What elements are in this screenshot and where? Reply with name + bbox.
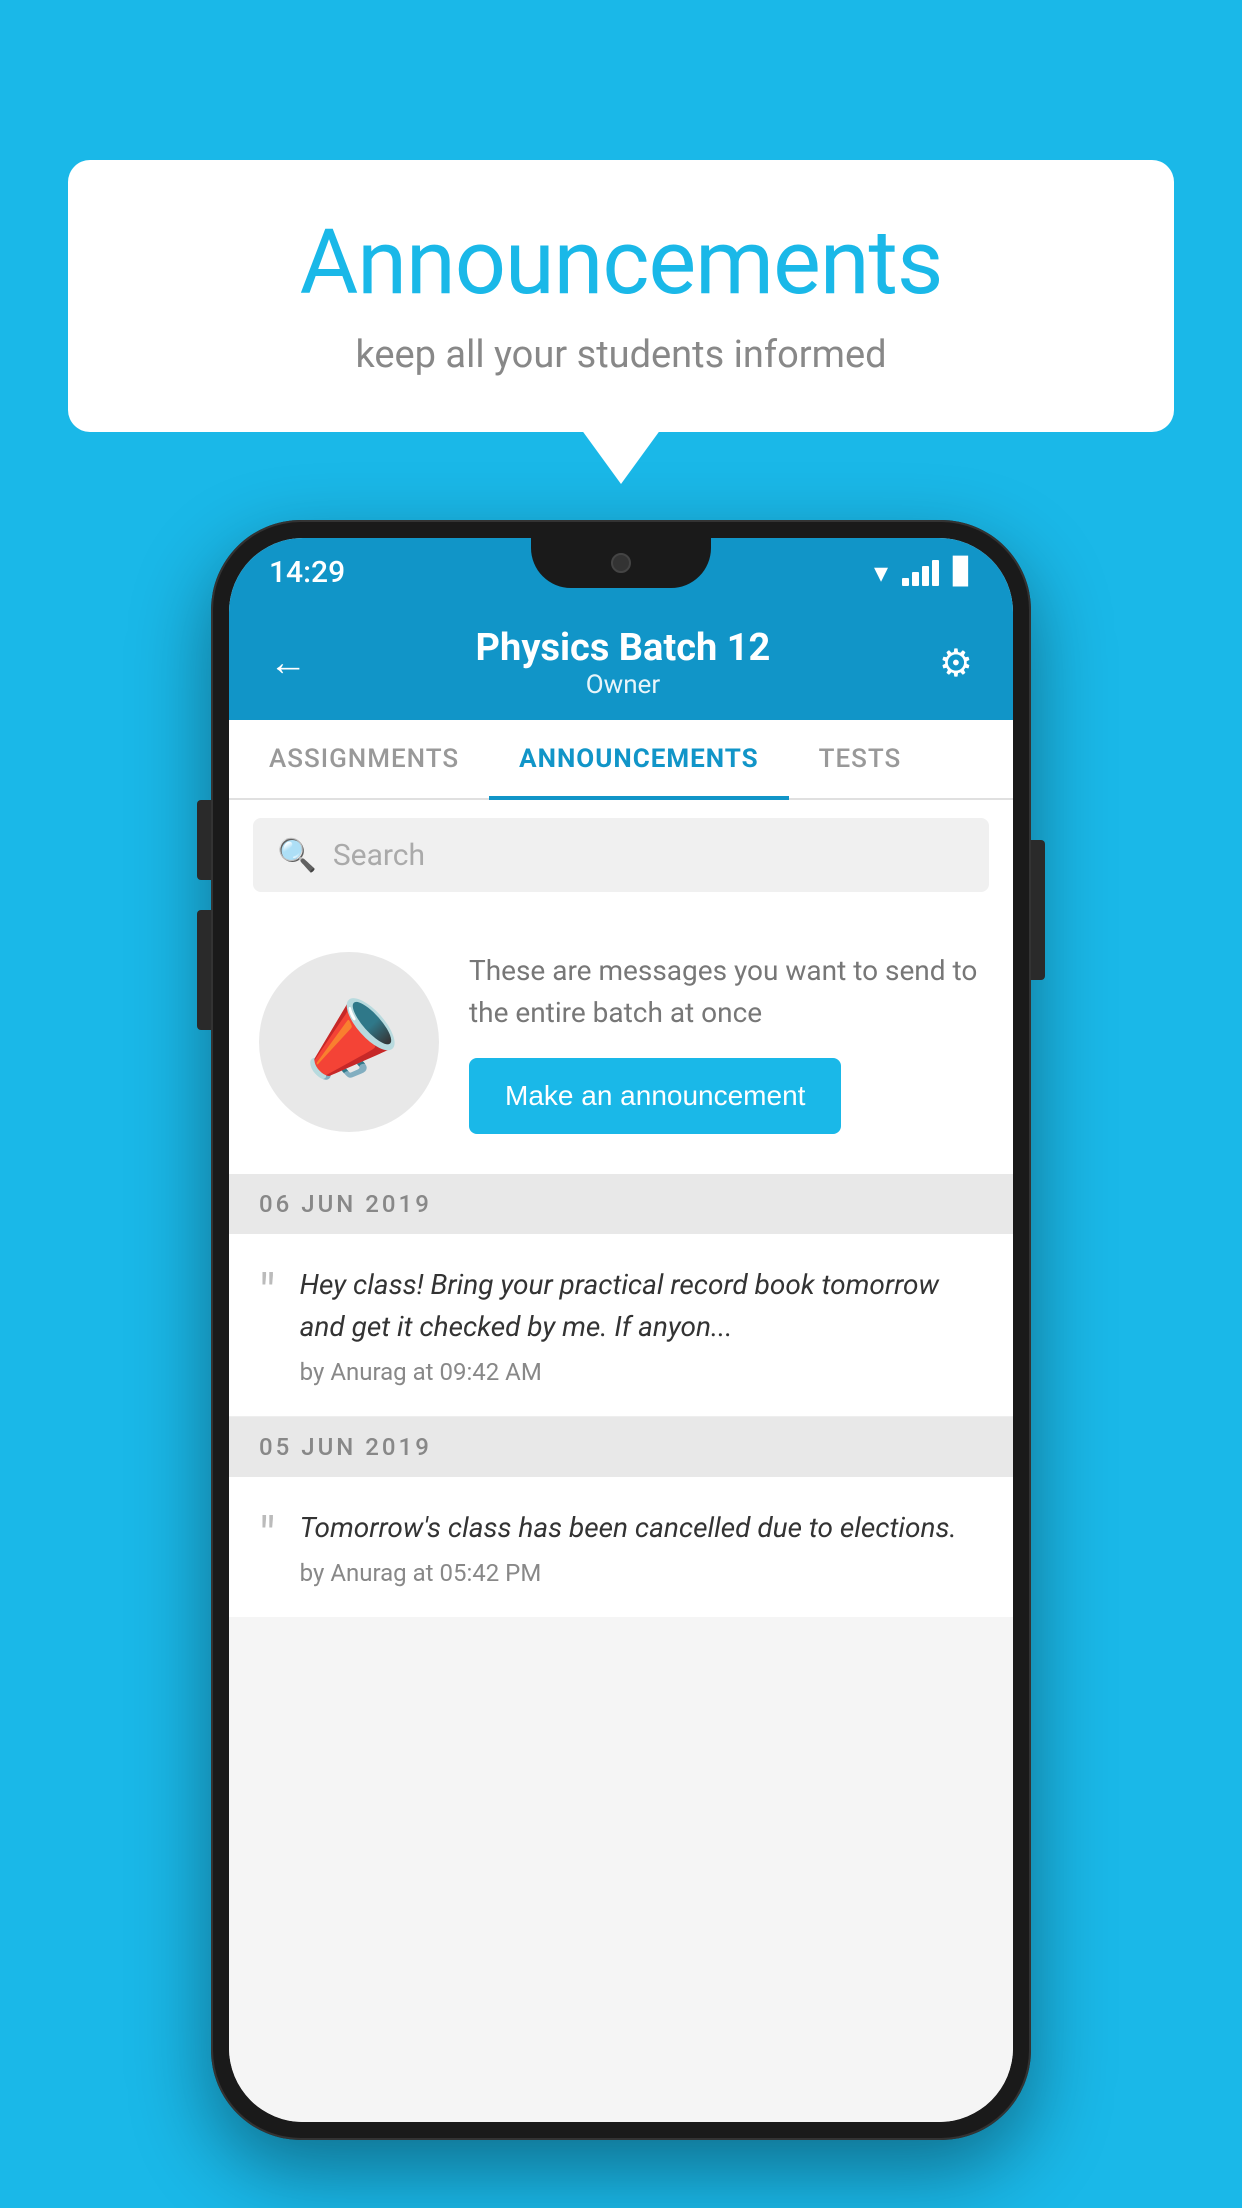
announcement-meta-1: by Anurag at 09:42 AM xyxy=(300,1358,983,1386)
volume-up-button xyxy=(197,800,211,880)
date-label-2: 05 JUN 2019 xyxy=(259,1433,432,1461)
status-time: 14:29 xyxy=(269,555,345,590)
tabs-row: ASSIGNMENTS ANNOUNCEMENTS TESTS xyxy=(229,720,1013,800)
search-bar[interactable]: 🔍 Search xyxy=(253,818,989,892)
speech-bubble-container: Announcements keep all your students inf… xyxy=(68,160,1174,432)
search-icon: 🔍 xyxy=(277,836,317,874)
bubble-title: Announcements xyxy=(128,210,1114,315)
tab-tests[interactable]: TESTS xyxy=(789,720,932,798)
search-placeholder: Search xyxy=(333,838,425,873)
front-camera xyxy=(611,553,631,573)
phone-screen: 14:29 ▾ ▊ ← Physics Batch 12 xyxy=(229,538,1013,2122)
settings-icon[interactable]: ⚙ xyxy=(939,641,973,686)
power-button xyxy=(1031,840,1045,980)
phone-mockup: 14:29 ▾ ▊ ← Physics Batch 12 xyxy=(211,520,1031,2140)
promo-card: 📣 These are messages you want to send to… xyxy=(229,910,1013,1174)
signal-bar-1 xyxy=(902,578,909,586)
quote-icon-2: " xyxy=(259,1511,276,1563)
phone-outer: 14:29 ▾ ▊ ← Physics Batch 12 xyxy=(211,520,1031,2140)
signal-bar-3 xyxy=(922,566,929,586)
signal-bar-2 xyxy=(912,572,919,586)
content-area: 🔍 Search 📣 These are messages you want t… xyxy=(229,800,1013,2122)
bubble-subtitle: keep all your students informed xyxy=(128,333,1114,377)
megaphone-icon: 📣 xyxy=(286,981,412,1103)
app-header: ← Physics Batch 12 Owner ⚙ xyxy=(229,606,1013,720)
back-button[interactable]: ← xyxy=(269,641,307,685)
date-separator-1: 06 JUN 2019 xyxy=(229,1174,1013,1234)
tab-announcements[interactable]: ANNOUNCEMENTS xyxy=(489,720,788,798)
announcement-content-2: Tomorrow's class has been cancelled due … xyxy=(300,1507,983,1587)
date-label-1: 06 JUN 2019 xyxy=(259,1190,432,1218)
tab-assignments[interactable]: ASSIGNMENTS xyxy=(239,720,489,798)
wifi-icon: ▾ xyxy=(874,556,888,589)
search-container: 🔍 Search xyxy=(229,800,1013,910)
signal-bar-4 xyxy=(932,560,939,586)
make-announcement-button[interactable]: Make an announcement xyxy=(469,1058,841,1134)
promo-description: These are messages you want to send to t… xyxy=(469,950,983,1034)
announcement-item-2[interactable]: " Tomorrow's class has been cancelled du… xyxy=(229,1477,1013,1617)
battery-icon: ▊ xyxy=(953,557,973,587)
announcement-content-1: Hey class! Bring your practical record b… xyxy=(300,1264,983,1386)
signal-icon xyxy=(902,558,939,586)
speech-bubble: Announcements keep all your students inf… xyxy=(68,160,1174,432)
phone-notch xyxy=(531,538,711,588)
quote-icon-1: " xyxy=(259,1268,276,1320)
announcement-meta-2: by Anurag at 05:42 PM xyxy=(300,1559,983,1587)
batch-title: Physics Batch 12 xyxy=(307,626,939,670)
header-center: Physics Batch 12 Owner xyxy=(307,626,939,700)
announcement-text-2: Tomorrow's class has been cancelled due … xyxy=(300,1507,983,1549)
volume-down-button xyxy=(197,910,211,1030)
date-separator-2: 05 JUN 2019 xyxy=(229,1417,1013,1477)
announcement-item-1[interactable]: " Hey class! Bring your practical record… xyxy=(229,1234,1013,1417)
user-role: Owner xyxy=(307,670,939,700)
announcement-text-1: Hey class! Bring your practical record b… xyxy=(300,1264,983,1348)
status-icons: ▾ ▊ xyxy=(874,556,973,589)
promo-content: These are messages you want to send to t… xyxy=(469,950,983,1134)
promo-icon-circle: 📣 xyxy=(259,952,439,1132)
